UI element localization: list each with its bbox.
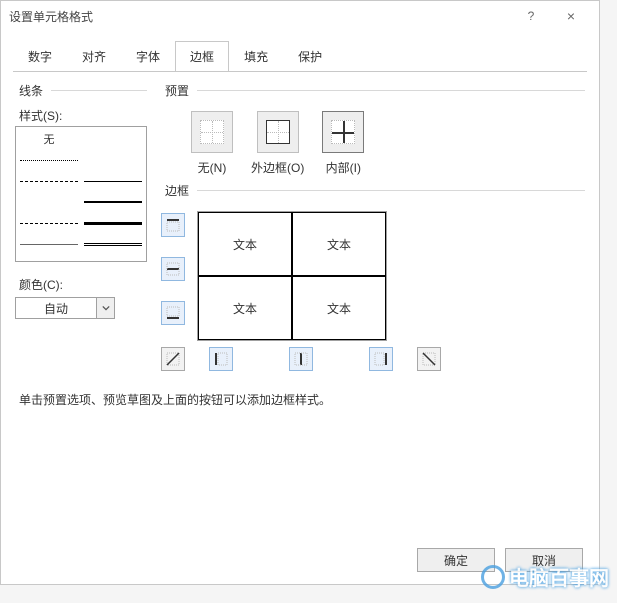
line-style-dash[interactable]: [20, 173, 78, 189]
line-style-dashdot[interactable]: [84, 152, 142, 168]
tab-fill[interactable]: 填充: [229, 41, 283, 72]
preset-inside-label: 内部(I): [326, 159, 361, 176]
hint-text: 单击预置选项、预览草图及上面的按钮可以添加边框样式。: [19, 391, 585, 408]
preview-cell: 文本: [198, 276, 292, 340]
close-button[interactable]: ×: [551, 2, 591, 30]
cancel-button[interactable]: 取消: [505, 548, 583, 572]
tab-strip: 数字 对齐 字体 边框 填充 保护: [1, 31, 599, 72]
border-bottom-button[interactable]: [161, 301, 185, 325]
preview-cell: 文本: [292, 212, 386, 276]
line-style-thicker[interactable]: [84, 215, 142, 231]
border-group: 边框 文本 文本 文本 文本: [161, 182, 585, 371]
line-color-select[interactable]: 自动: [15, 297, 115, 319]
border-top-button[interactable]: [161, 213, 185, 237]
tab-alignment[interactable]: 对齐: [67, 41, 121, 72]
preset-none-label: 无(N): [198, 159, 227, 176]
preset-outline-label: 外边框(O): [251, 159, 304, 176]
border-legend: 边框: [161, 184, 193, 198]
line-legend: 线条: [15, 84, 47, 98]
border-diag-down-button[interactable]: [417, 347, 441, 371]
line-style-solid[interactable]: [84, 173, 142, 189]
chevron-down-icon[interactable]: [96, 298, 114, 318]
line-style-list[interactable]: 无: [15, 126, 147, 262]
line-style-thick[interactable]: [84, 194, 142, 210]
border-left-button[interactable]: [209, 347, 233, 371]
line-style-dashdotdot[interactable]: [20, 194, 78, 210]
preset-legend: 预置: [161, 84, 193, 98]
tab-protection[interactable]: 保护: [283, 41, 337, 72]
format-cells-dialog: 设置单元格格式 ? × 数字 对齐 字体 边框 填充 保护 线条 样式(S): …: [0, 0, 600, 585]
line-style-dash2[interactable]: [20, 215, 78, 231]
tab-content: 线条 样式(S): 无 颜色(C):: [1, 72, 599, 584]
titlebar: 设置单元格格式 ? ×: [1, 1, 599, 31]
line-style-dashdot2[interactable]: [84, 131, 142, 147]
line-style-thin[interactable]: [20, 236, 78, 252]
tab-font[interactable]: 字体: [121, 41, 175, 72]
border-right-button[interactable]: [369, 347, 393, 371]
help-button[interactable]: ?: [511, 2, 551, 30]
tab-number[interactable]: 数字: [13, 41, 67, 72]
preset-inside[interactable]: 内部(I): [322, 111, 364, 176]
border-diag-up-button[interactable]: [161, 347, 185, 371]
style-label: 样式(S):: [19, 107, 147, 124]
line-style-dot[interactable]: [20, 152, 78, 168]
preset-outline[interactable]: 外边框(O): [251, 111, 304, 176]
line-color-value: 自动: [16, 300, 96, 317]
line-style-none[interactable]: 无: [20, 131, 78, 147]
border-hmiddle-button[interactable]: [161, 257, 185, 281]
line-style-double[interactable]: [84, 236, 142, 252]
border-vmiddle-button[interactable]: [289, 347, 313, 371]
tab-border[interactable]: 边框: [175, 41, 229, 72]
preset-group: 预置 无(N) 外边框(O) 内部(I): [161, 82, 585, 176]
window-title: 设置单元格格式: [9, 8, 511, 25]
dialog-footer: 确定 取消: [15, 548, 585, 574]
color-label: 颜色(C):: [19, 276, 147, 293]
ok-button[interactable]: 确定: [417, 548, 495, 572]
preview-cell: 文本: [198, 212, 292, 276]
line-group: 线条 样式(S): 无 颜色(C):: [15, 82, 147, 371]
preset-none[interactable]: 无(N): [191, 111, 233, 176]
border-preview[interactable]: 文本 文本 文本 文本: [197, 211, 387, 341]
preview-cell: 文本: [292, 276, 386, 340]
